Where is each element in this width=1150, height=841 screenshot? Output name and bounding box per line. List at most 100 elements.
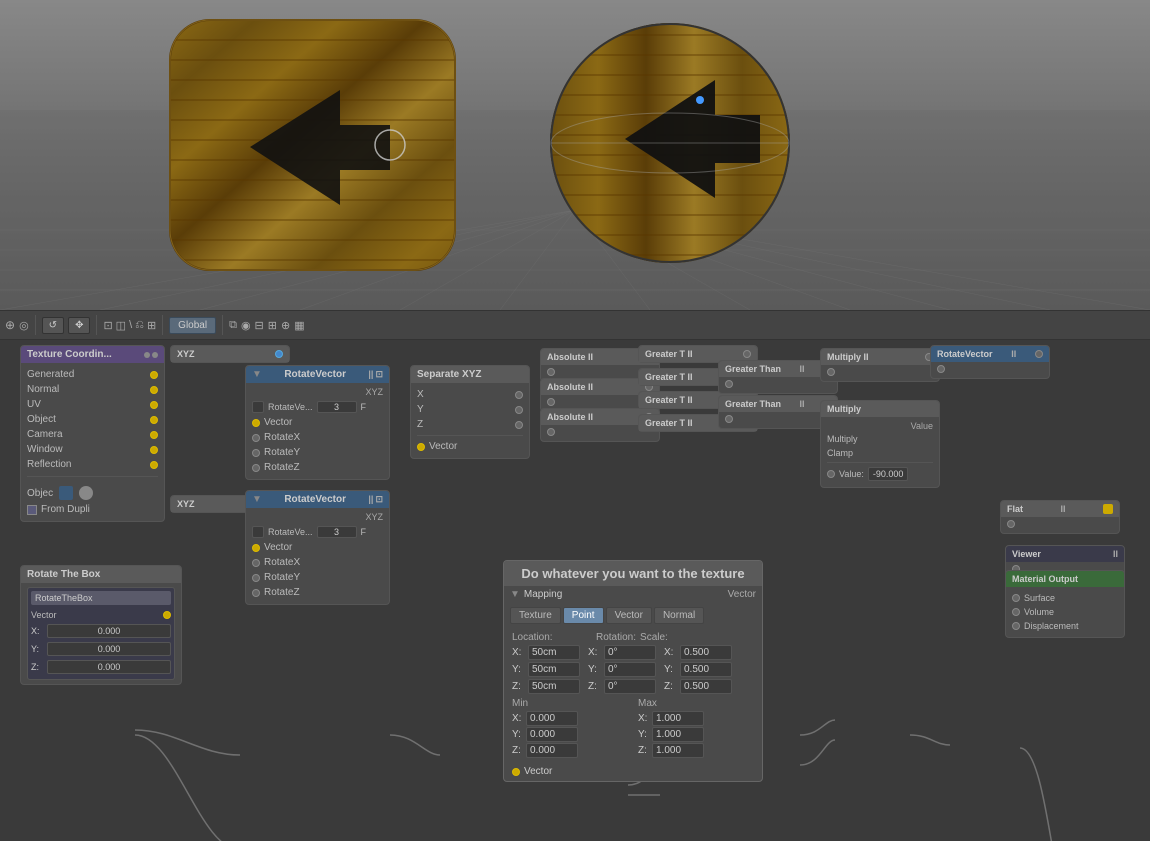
y-label-scale: Y:	[664, 664, 676, 675]
from-dupli-row: From Dupli	[27, 502, 158, 517]
rv3-in	[937, 365, 945, 373]
z-label-rot: Z:	[588, 681, 600, 692]
min-max-section: Min X: 0.000 Y: 0.000 Z: 0.000 Max	[512, 698, 754, 758]
rv3-title: RotateVector	[937, 349, 993, 359]
texture-coord-node: Texture Coordin... Generated Normal UV	[20, 345, 165, 522]
min-z-label: Z:	[512, 745, 524, 756]
viewer-header: Viewer II	[1006, 546, 1124, 562]
min-y[interactable]: 0.000	[526, 727, 578, 742]
min-z[interactable]: 0.000	[526, 743, 578, 758]
flat-body	[1001, 517, 1119, 533]
mapping-popup: Do whatever you want to the texture ▼ Ma…	[503, 560, 763, 782]
gt1-title: Greater T II	[645, 349, 693, 359]
rot-x[interactable]: 0°	[604, 645, 656, 660]
abs1-in-socket	[547, 368, 555, 376]
toolbar-separator-4	[222, 315, 223, 335]
max-y-row: Y: 1.000	[638, 727, 754, 742]
z-label-scale: Z:	[664, 681, 676, 692]
x-label-scale: X:	[664, 647, 676, 658]
rv1-socket-ry	[252, 449, 260, 457]
rtb-inner: RotateTheBox Vector X: 0.000 Y: 0.000 Z:	[21, 583, 181, 684]
loc-y[interactable]: 50cm	[528, 662, 580, 677]
min-x[interactable]: 0.000	[526, 711, 578, 726]
rv1-checkbox	[252, 401, 264, 413]
mapping-header-row: ▼ Mapping Vector	[504, 586, 762, 603]
toolbar-move[interactable]: ✥	[68, 317, 90, 334]
min-x-label: X:	[512, 713, 524, 724]
tab-normal[interactable]: Normal	[654, 607, 704, 624]
rot-y[interactable]: 0°	[604, 662, 656, 677]
multiply-2: Multiply Value Multiply Clamp Value: -90…	[820, 400, 940, 488]
node-editor: Texture Coordin... Generated Normal UV	[0, 340, 1150, 841]
matout-surface-socket	[1012, 594, 1020, 602]
rv2-input-row: RotateVe... 3 F	[252, 524, 383, 540]
rv2-header: ▼ RotateVector || ⊡	[246, 491, 389, 508]
abs1-title: Absolute II	[547, 352, 593, 362]
y-label-rot: Y:	[588, 664, 600, 675]
min-z-row: Z: 0.000	[512, 743, 628, 758]
tab-vector[interactable]: Vector	[606, 607, 652, 624]
from-dupli-check[interactable]	[27, 505, 37, 515]
gthan2-in	[725, 415, 733, 423]
rtb-outer-title: Rotate The Box	[27, 569, 100, 580]
viewer-title: Viewer	[1012, 549, 1041, 559]
mult1-title: Multiply II	[827, 352, 869, 362]
rtb-z-value[interactable]: 0.000	[47, 660, 171, 674]
toolbar-rotate[interactable]: ↺	[42, 317, 64, 334]
output-reflection: Reflection	[27, 457, 158, 472]
rotate-vector-2: ▼ RotateVector || ⊡ XYZ RotateVe... 3 F …	[245, 490, 390, 605]
max-label: Max	[638, 698, 754, 709]
rv1-rotatey: RotateY	[252, 445, 383, 460]
loc-z[interactable]: 50cm	[528, 679, 580, 694]
rtb-y-value[interactable]: 0.000	[47, 642, 171, 656]
mapping-bottom: Vector	[504, 762, 762, 781]
sep-xyz-z-out: Z	[417, 417, 523, 432]
socket-window	[150, 446, 158, 454]
sep-xyz-header: Separate XYZ	[411, 366, 529, 383]
socket-reflection	[150, 461, 158, 469]
max-z[interactable]: 1.000	[652, 743, 704, 758]
max-x[interactable]: 1.000	[652, 711, 704, 726]
output-object: Object	[27, 412, 158, 427]
socket-uv	[150, 401, 158, 409]
mapping-fields: Location: Rotation: Scale: X: 50cm X: 0°…	[504, 626, 762, 762]
mapping-y-row: Y: 50cm Y: 0° Y: 0.500	[512, 662, 754, 677]
rv3-header: RotateVector II	[931, 346, 1049, 362]
mult1-header: Multiply II	[821, 349, 939, 365]
toolbar-global-mode[interactable]: Global	[169, 317, 216, 334]
loc-x[interactable]: 50cm	[528, 645, 580, 660]
sep-xyz-in-socket	[417, 443, 425, 451]
location-label: Location:	[512, 630, 592, 645]
rtb-outer-header: Rotate The Box	[21, 566, 181, 583]
toolbar-icon-1: ⊕	[5, 318, 15, 332]
scale-y[interactable]: 0.500	[680, 662, 732, 677]
toolbar-icon-2: ◎	[19, 319, 29, 332]
rot-z[interactable]: 0°	[604, 679, 656, 694]
gthan1-in	[725, 380, 733, 388]
socket-camera	[150, 431, 158, 439]
rtb-x-value[interactable]: 0.000	[47, 624, 171, 638]
sep-xyz-socket-y	[515, 406, 523, 414]
header-dots	[144, 352, 158, 358]
objec-dot	[79, 486, 93, 500]
tab-texture[interactable]: Texture	[510, 607, 561, 624]
scale-x[interactable]: 0.500	[680, 645, 732, 660]
rv2-rotatex: RotateX	[252, 555, 383, 570]
box-object	[160, 10, 470, 285]
gthan1-title: Greater Than	[725, 364, 781, 374]
separate-xyz-node: Separate XYZ X Y Z Vector	[410, 365, 530, 459]
rv2-icons: || ⊡	[368, 494, 383, 505]
scale-z[interactable]: 0.500	[680, 679, 732, 694]
sep-xyz-title: Separate XYZ	[417, 369, 481, 380]
mapping-collapse-arrow: ▼	[510, 589, 520, 600]
matout-surface: Surface	[1012, 591, 1118, 605]
toolbar: ⊕ ◎ ↺ ✥ ⊡ ◫ \ ⎌ ⊞ Global ⧉ ◉ ⊟ ⊞ ⊕ ▦	[0, 310, 1150, 340]
rv1-socket-rz	[252, 464, 260, 472]
tab-point[interactable]: Point	[563, 607, 604, 624]
rv3-body	[931, 362, 1049, 378]
gt1-out	[743, 350, 751, 358]
mapping-label: Mapping	[524, 589, 562, 600]
rv2-socket-vec	[252, 544, 260, 552]
material-output-node: Material Output Surface Volume Displacem…	[1005, 570, 1125, 638]
max-y[interactable]: 1.000	[652, 727, 704, 742]
